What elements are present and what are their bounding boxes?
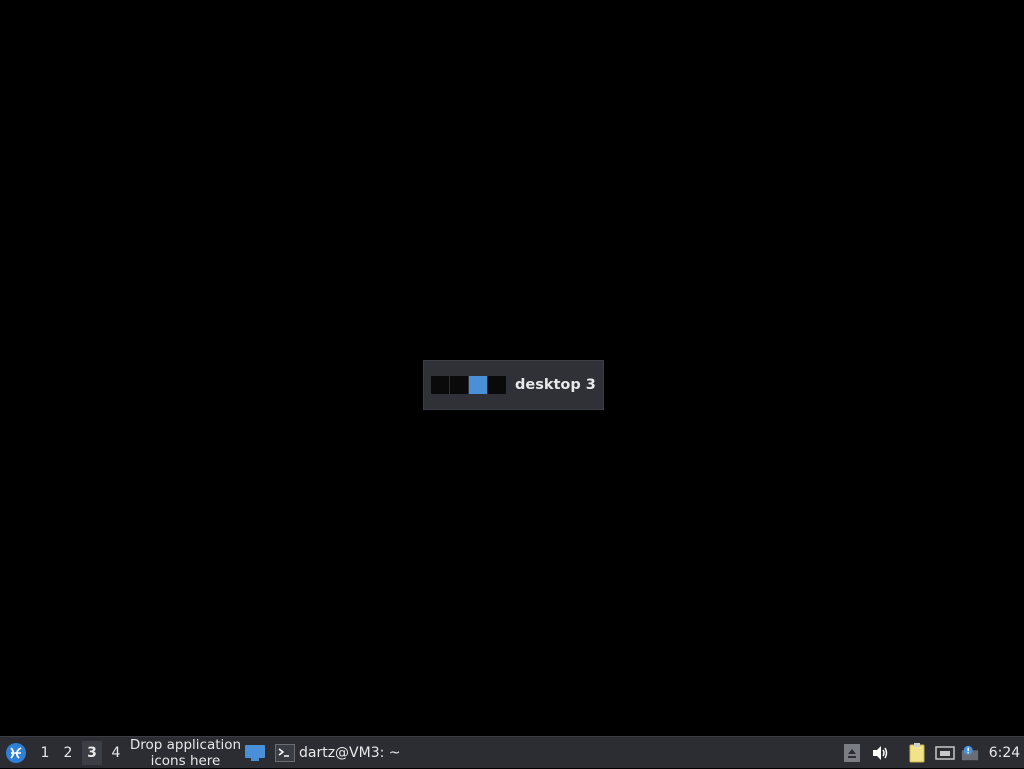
osd-desktop-cell-2: [450, 376, 468, 394]
quicklaunch-drop-area[interactable]: Drop application icons here: [127, 737, 244, 769]
osd-desktop-pager: [431, 376, 507, 394]
tray-eject-button[interactable]: [843, 744, 861, 762]
osd-desktop-cell-4: [488, 376, 506, 394]
network-icon: [935, 746, 955, 760]
taskbar: 1 2 3 4 Drop application icons here dart…: [0, 736, 1024, 769]
clipboard-icon: [909, 743, 925, 763]
show-desktop-button[interactable]: [244, 744, 266, 762]
quicklaunch-hint-line-2: icons here: [150, 753, 221, 769]
workspace-button-4[interactable]: 4: [106, 741, 126, 765]
desktop-switch-osd: desktop 3: [423, 360, 604, 410]
terminal-icon: [275, 744, 295, 762]
workspace-button-3[interactable]: 3: [82, 741, 102, 765]
osd-desktop-cell-3-active: [469, 376, 487, 394]
show-desktop-icon: [245, 745, 265, 761]
taskbar-clock[interactable]: 6:24: [985, 737, 1024, 769]
start-menu-button[interactable]: [4, 741, 28, 765]
osd-desktop-cell-1: [431, 376, 449, 394]
workspace-button-1[interactable]: 1: [35, 741, 55, 765]
taskbar-task-terminal[interactable]: dartz@VM3: ~: [275, 740, 401, 766]
tray-clipboard-button[interactable]: [908, 743, 926, 763]
tray-volume-button[interactable]: [871, 744, 889, 762]
tray-network-button[interactable]: [935, 744, 955, 762]
osd-desktop-label: desktop 3: [515, 377, 596, 393]
update-notifier-icon: [961, 745, 979, 761]
quicklaunch-hint-line-1: Drop application: [129, 737, 242, 753]
tray-update-notifier-button[interactable]: [961, 744, 979, 762]
task-label: dartz@VM3: ~: [299, 745, 401, 761]
volume-icon: [873, 746, 888, 760]
workspace-button-2[interactable]: 2: [58, 741, 78, 765]
lxqt-logo-icon: [6, 743, 26, 763]
eject-icon: [844, 744, 860, 762]
